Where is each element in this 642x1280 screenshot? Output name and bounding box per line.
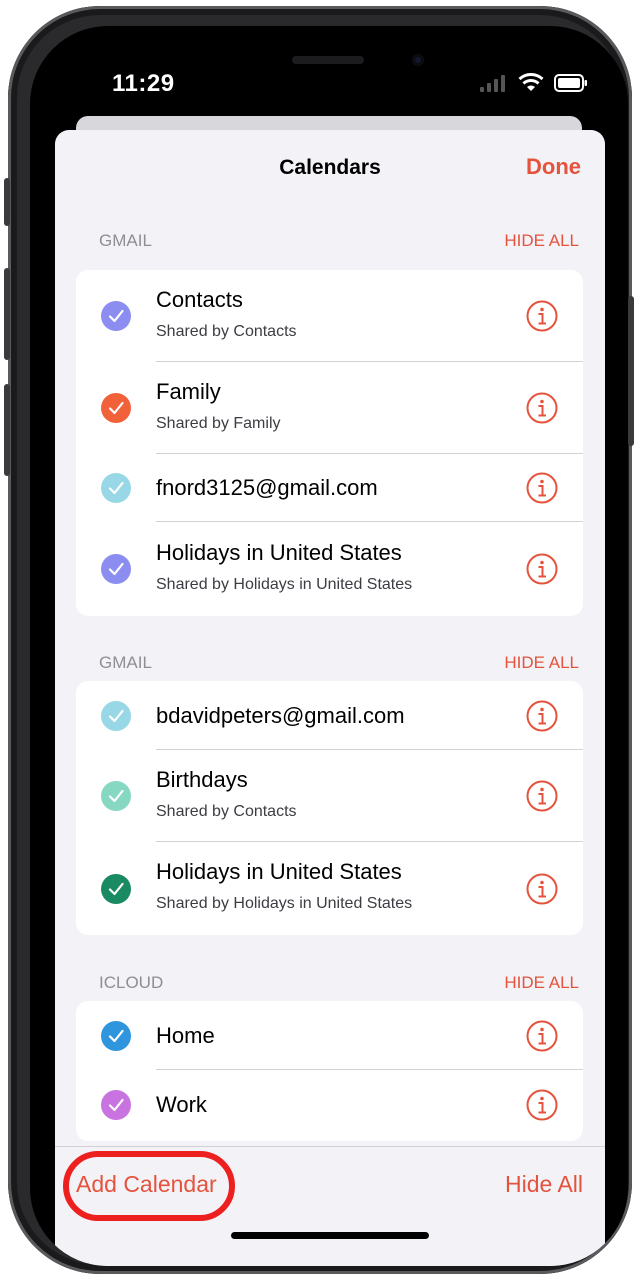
calendar-row[interactable]: Family Shared by Family — [76, 362, 583, 454]
cellular-signal-icon — [480, 75, 505, 92]
calendar-title: fnord3125@gmail.com — [156, 475, 378, 500]
calendar-row[interactable]: Birthdays Shared by Contacts — [76, 750, 583, 842]
calendars-sheet: Calendars Done GMAIL HIDE ALL Contacts S… — [55, 130, 605, 1266]
volume-up-button — [4, 268, 10, 360]
home-indicator[interactable] — [231, 1232, 429, 1239]
wifi-icon — [518, 73, 544, 91]
section-name: ICLOUD — [99, 973, 164, 992]
checkmark-icon[interactable] — [101, 554, 131, 584]
checkmark-icon[interactable] — [101, 473, 131, 503]
calendar-title: Home — [156, 1023, 215, 1048]
calendar-row[interactable]: Home — [76, 1001, 583, 1070]
done-button[interactable]: Done — [526, 154, 581, 180]
side-button — [628, 296, 634, 446]
speaker — [292, 56, 364, 64]
calendar-title: bdavidpeters@gmail.com — [156, 703, 405, 728]
calendar-title: Holidays in United States — [156, 540, 402, 565]
calendar-row[interactable]: Holidays in United States Shared by Holi… — [76, 522, 583, 616]
section-name: GMAIL — [99, 653, 152, 672]
info-icon[interactable] — [526, 553, 558, 585]
calendar-subtitle: Shared by Family — [156, 415, 281, 432]
hide-all-link[interactable]: HIDE ALL — [504, 653, 579, 673]
calendar-title: Work — [156, 1092, 207, 1117]
calendar-subtitle: Shared by Holidays in United States — [156, 895, 413, 912]
checkmark-icon[interactable] — [101, 393, 131, 423]
calendar-group-gmail-1: Contacts Shared by Contacts Family Share… — [76, 270, 583, 616]
info-icon[interactable] — [526, 1020, 558, 1052]
volume-down-button — [4, 384, 10, 476]
info-icon[interactable] — [526, 392, 558, 424]
calendar-title: Contacts — [156, 287, 243, 312]
info-icon[interactable] — [526, 1089, 558, 1121]
hide-all-link[interactable]: HIDE ALL — [504, 231, 579, 251]
screen: 11:29 Calendars Done GMAIL HIDE ALL Cont… — [30, 26, 628, 1266]
calendar-group-gmail-2: bdavidpeters@gmail.com Birthdays Shared … — [76, 681, 583, 935]
hide-all-button[interactable]: Hide All — [505, 1171, 583, 1198]
calendar-subtitle: Shared by Holidays in United States — [156, 576, 413, 593]
calendar-subtitle: Shared by Contacts — [156, 323, 297, 340]
calendar-row[interactable]: fnord3125@gmail.com — [76, 454, 583, 522]
checkmark-icon[interactable] — [101, 1021, 131, 1051]
calendar-row[interactable]: Work — [76, 1070, 583, 1141]
calendar-subtitle: Shared by Contacts — [156, 803, 297, 820]
calendar-title: Family — [156, 379, 221, 404]
status-icons — [480, 72, 588, 92]
info-icon[interactable] — [526, 300, 558, 332]
section-header-icloud: ICLOUD HIDE ALL — [99, 971, 579, 995]
calendar-row[interactable]: Holidays in United States Shared by Holi… — [76, 842, 583, 935]
section-name: GMAIL — [99, 231, 152, 250]
phone-frame: 11:29 Calendars Done GMAIL HIDE ALL Cont… — [4, 6, 634, 1274]
info-icon[interactable] — [526, 700, 558, 732]
info-icon[interactable] — [526, 472, 558, 504]
page-title: Calendars — [279, 156, 381, 179]
info-icon[interactable] — [526, 780, 558, 812]
calendar-row[interactable]: bdavidpeters@gmail.com — [76, 681, 583, 750]
calendar-title: Holidays in United States — [156, 859, 402, 884]
checkmark-icon[interactable] — [101, 874, 131, 904]
calendar-title: Birthdays — [156, 767, 248, 792]
status-time: 11:29 — [112, 70, 175, 97]
checkmark-icon[interactable] — [101, 701, 131, 731]
checkmark-icon[interactable] — [101, 781, 131, 811]
front-camera — [412, 54, 424, 66]
calendar-group-icloud: Home Work — [76, 1001, 583, 1141]
calendar-row[interactable]: Contacts Shared by Contacts — [76, 270, 583, 362]
section-header-gmail-2: GMAIL HIDE ALL — [99, 651, 579, 675]
info-icon[interactable] — [526, 873, 558, 905]
add-calendar-button[interactable]: Add Calendar — [76, 1171, 217, 1198]
checkmark-icon[interactable] — [101, 301, 131, 331]
bottom-toolbar: Add Calendar Hide All — [55, 1146, 605, 1266]
checkmark-icon[interactable] — [101, 1090, 131, 1120]
mute-switch — [4, 178, 10, 226]
battery-icon — [554, 74, 587, 92]
section-header-gmail-1: GMAIL HIDE ALL — [99, 229, 579, 253]
hide-all-link[interactable]: HIDE ALL — [504, 973, 579, 993]
